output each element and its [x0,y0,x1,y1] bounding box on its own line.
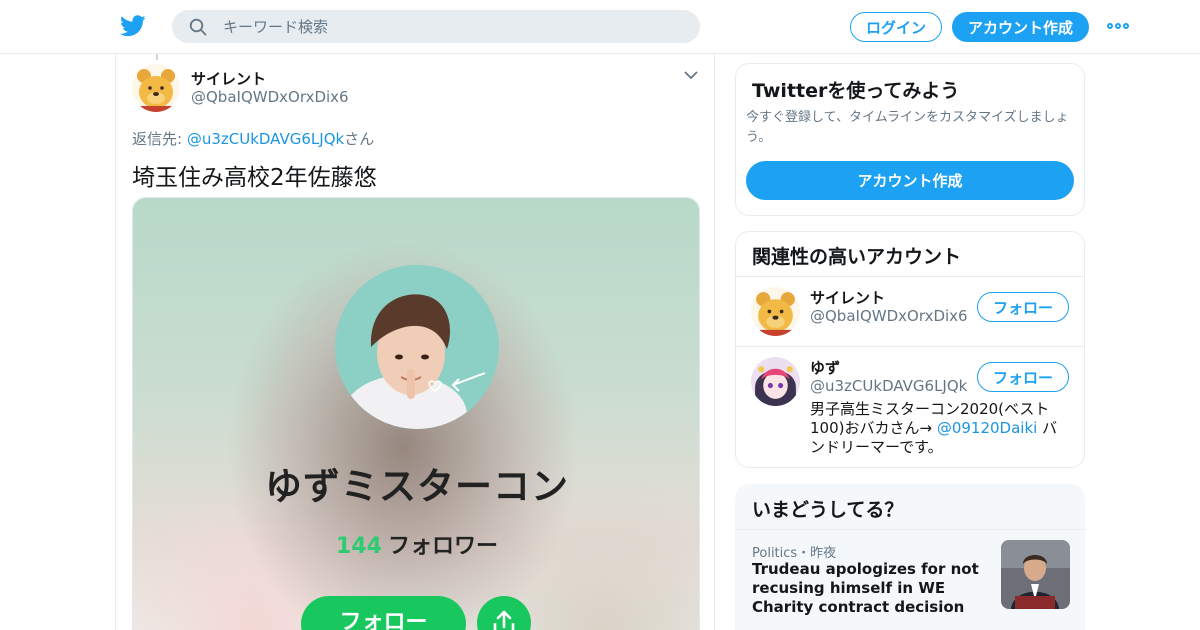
related-accounts-title: 関連性の高いアカウント [752,246,962,268]
trend-headline[interactable]: Trudeau apologizes for not recusing hims… [752,560,992,617]
related-account-name[interactable]: ゆず [810,357,840,378]
author-avatar[interactable] [132,64,180,112]
search-icon [189,18,207,36]
related-account-avatar[interactable] [751,357,800,406]
follow-button[interactable]: フォロー [977,362,1069,392]
card-profile-photo [335,265,499,429]
thread-connector-line [156,54,158,60]
profile-photo-icon [335,265,499,429]
author-handle[interactable]: @QbaIQWDxOrxDix6 [191,88,349,106]
tweet-image-card[interactable]: ゆずミスターコン 144 フォロワー フォロー [132,197,700,630]
chevron-down-icon[interactable] [684,70,698,80]
card-share-button[interactable] [477,596,531,630]
trends-title: いまどうしてる？ [752,499,904,521]
trend-thumbnail[interactable] [1001,540,1070,609]
reply-suffix: さん [344,130,375,148]
followers-count: 144 [336,534,382,559]
divider [736,529,1086,530]
news-photo-icon [1001,540,1070,609]
reply-prefix: 返信先: [132,130,187,148]
related-account-bio: 男子高生ミスターコン2020(ベスト100)おバカさん→ @09120Daiki… [810,400,1072,457]
trend-meta: Politics・昨夜 [752,546,837,561]
author-name[interactable]: サイレント [191,68,266,89]
signup-module-title: Twitterを使ってみよう [752,80,960,102]
signup-button[interactable]: アカウント作成 [952,12,1089,42]
twitter-bird-logo-icon[interactable] [120,14,146,38]
search-input[interactable] [223,11,683,42]
trends-module: いまどうしてる？ Politics・昨夜 Trudeau apologizes … [735,484,1086,630]
divider [736,276,1084,277]
tweet-text: 埼玉住み高校2年佐藤悠 [132,165,377,191]
related-accounts-module: 関連性の高いアカウント サイレント @QbaIQWDxOrxDix6 フォロー [735,231,1085,468]
divider [736,346,1084,347]
follow-button[interactable]: フォロー [977,292,1069,322]
pooh-avatar-icon [751,287,800,336]
related-account-avatar[interactable] [751,287,800,336]
card-title: ゆずミスターコン [265,465,569,508]
search-bar[interactable] [172,10,700,43]
card-follow-button[interactable]: フォロー [301,596,466,630]
reply-to-line: 返信先: @u3zCUkDAVG6LJQkさん [132,128,374,149]
related-account-handle[interactable]: @QbaIQWDxOrxDix6 [810,307,968,325]
login-button[interactable]: ログイン [850,12,942,42]
signup-module-description: 今すぐ登録して、タイムラインをカスタマイズしましょう。 [746,110,1069,145]
share-icon [493,610,515,630]
top-navigation-bar: ログイン アカウント作成 [0,0,1200,54]
tweet-column: サイレント @QbaIQWDxOrxDix6 返信先: @u3zCUkDAVG6… [115,54,715,630]
followers-label: フォロワー [387,534,498,559]
related-account-name[interactable]: サイレント [810,287,885,308]
signup-module-button[interactable]: アカウント作成 [746,161,1074,200]
bio-mention-link[interactable]: @09120Daiki [937,419,1037,437]
related-account-handle[interactable]: @u3zCUkDAVG6LJQk [810,377,967,395]
signup-prompt-module: Twitterを使ってみよう 今すぐ登録して、タイムラインをカスタマイズしましょ… [735,63,1085,216]
more-options-icon[interactable] [1107,17,1131,35]
card-followers: 144 フォロワー [133,528,699,560]
pooh-avatar-icon [132,64,180,112]
anime-avatar-icon [751,357,800,406]
reply-to-link[interactable]: @u3zCUkDAVG6LJQk [187,130,344,148]
